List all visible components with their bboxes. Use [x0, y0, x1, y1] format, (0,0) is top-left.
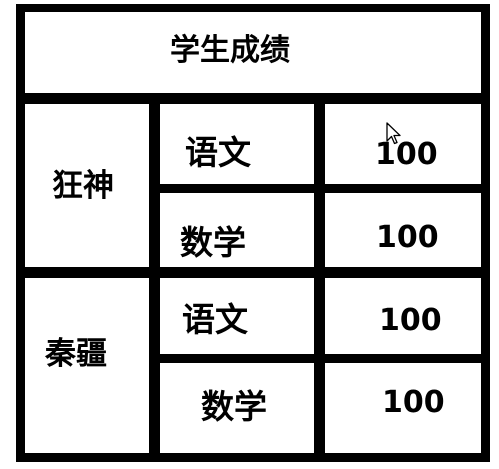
- subject-cell: 数学: [180, 223, 246, 262]
- mouse-pointer-icon: [386, 122, 402, 150]
- score-cell: 100: [375, 137, 438, 172]
- table-border-bottom: [16, 453, 490, 462]
- name-column-divider: [149, 100, 160, 462]
- subject-cell: 语文: [182, 300, 248, 339]
- score-cell: 100: [379, 303, 442, 338]
- subject-cell: 数学: [201, 387, 267, 426]
- header-divider: [16, 93, 490, 104]
- table-border-top: [16, 4, 490, 12]
- table-border-right: [481, 4, 490, 462]
- student-name: 秦疆: [45, 336, 107, 372]
- score-table: 学生成绩 狂神 语文 100 数学 100 秦疆 语文 100 数学 100: [0, 0, 499, 469]
- student-name: 狂神: [52, 168, 114, 204]
- table-title: 学生成绩: [170, 33, 290, 68]
- table-border-left: [16, 4, 25, 462]
- score-column-divider: [314, 100, 325, 462]
- row-divider-1: [149, 184, 490, 193]
- score-cell: 100: [382, 385, 445, 420]
- subject-cell: 语文: [185, 133, 251, 172]
- student-divider: [16, 267, 490, 278]
- score-cell: 100: [376, 220, 439, 255]
- row-divider-2: [149, 354, 490, 363]
